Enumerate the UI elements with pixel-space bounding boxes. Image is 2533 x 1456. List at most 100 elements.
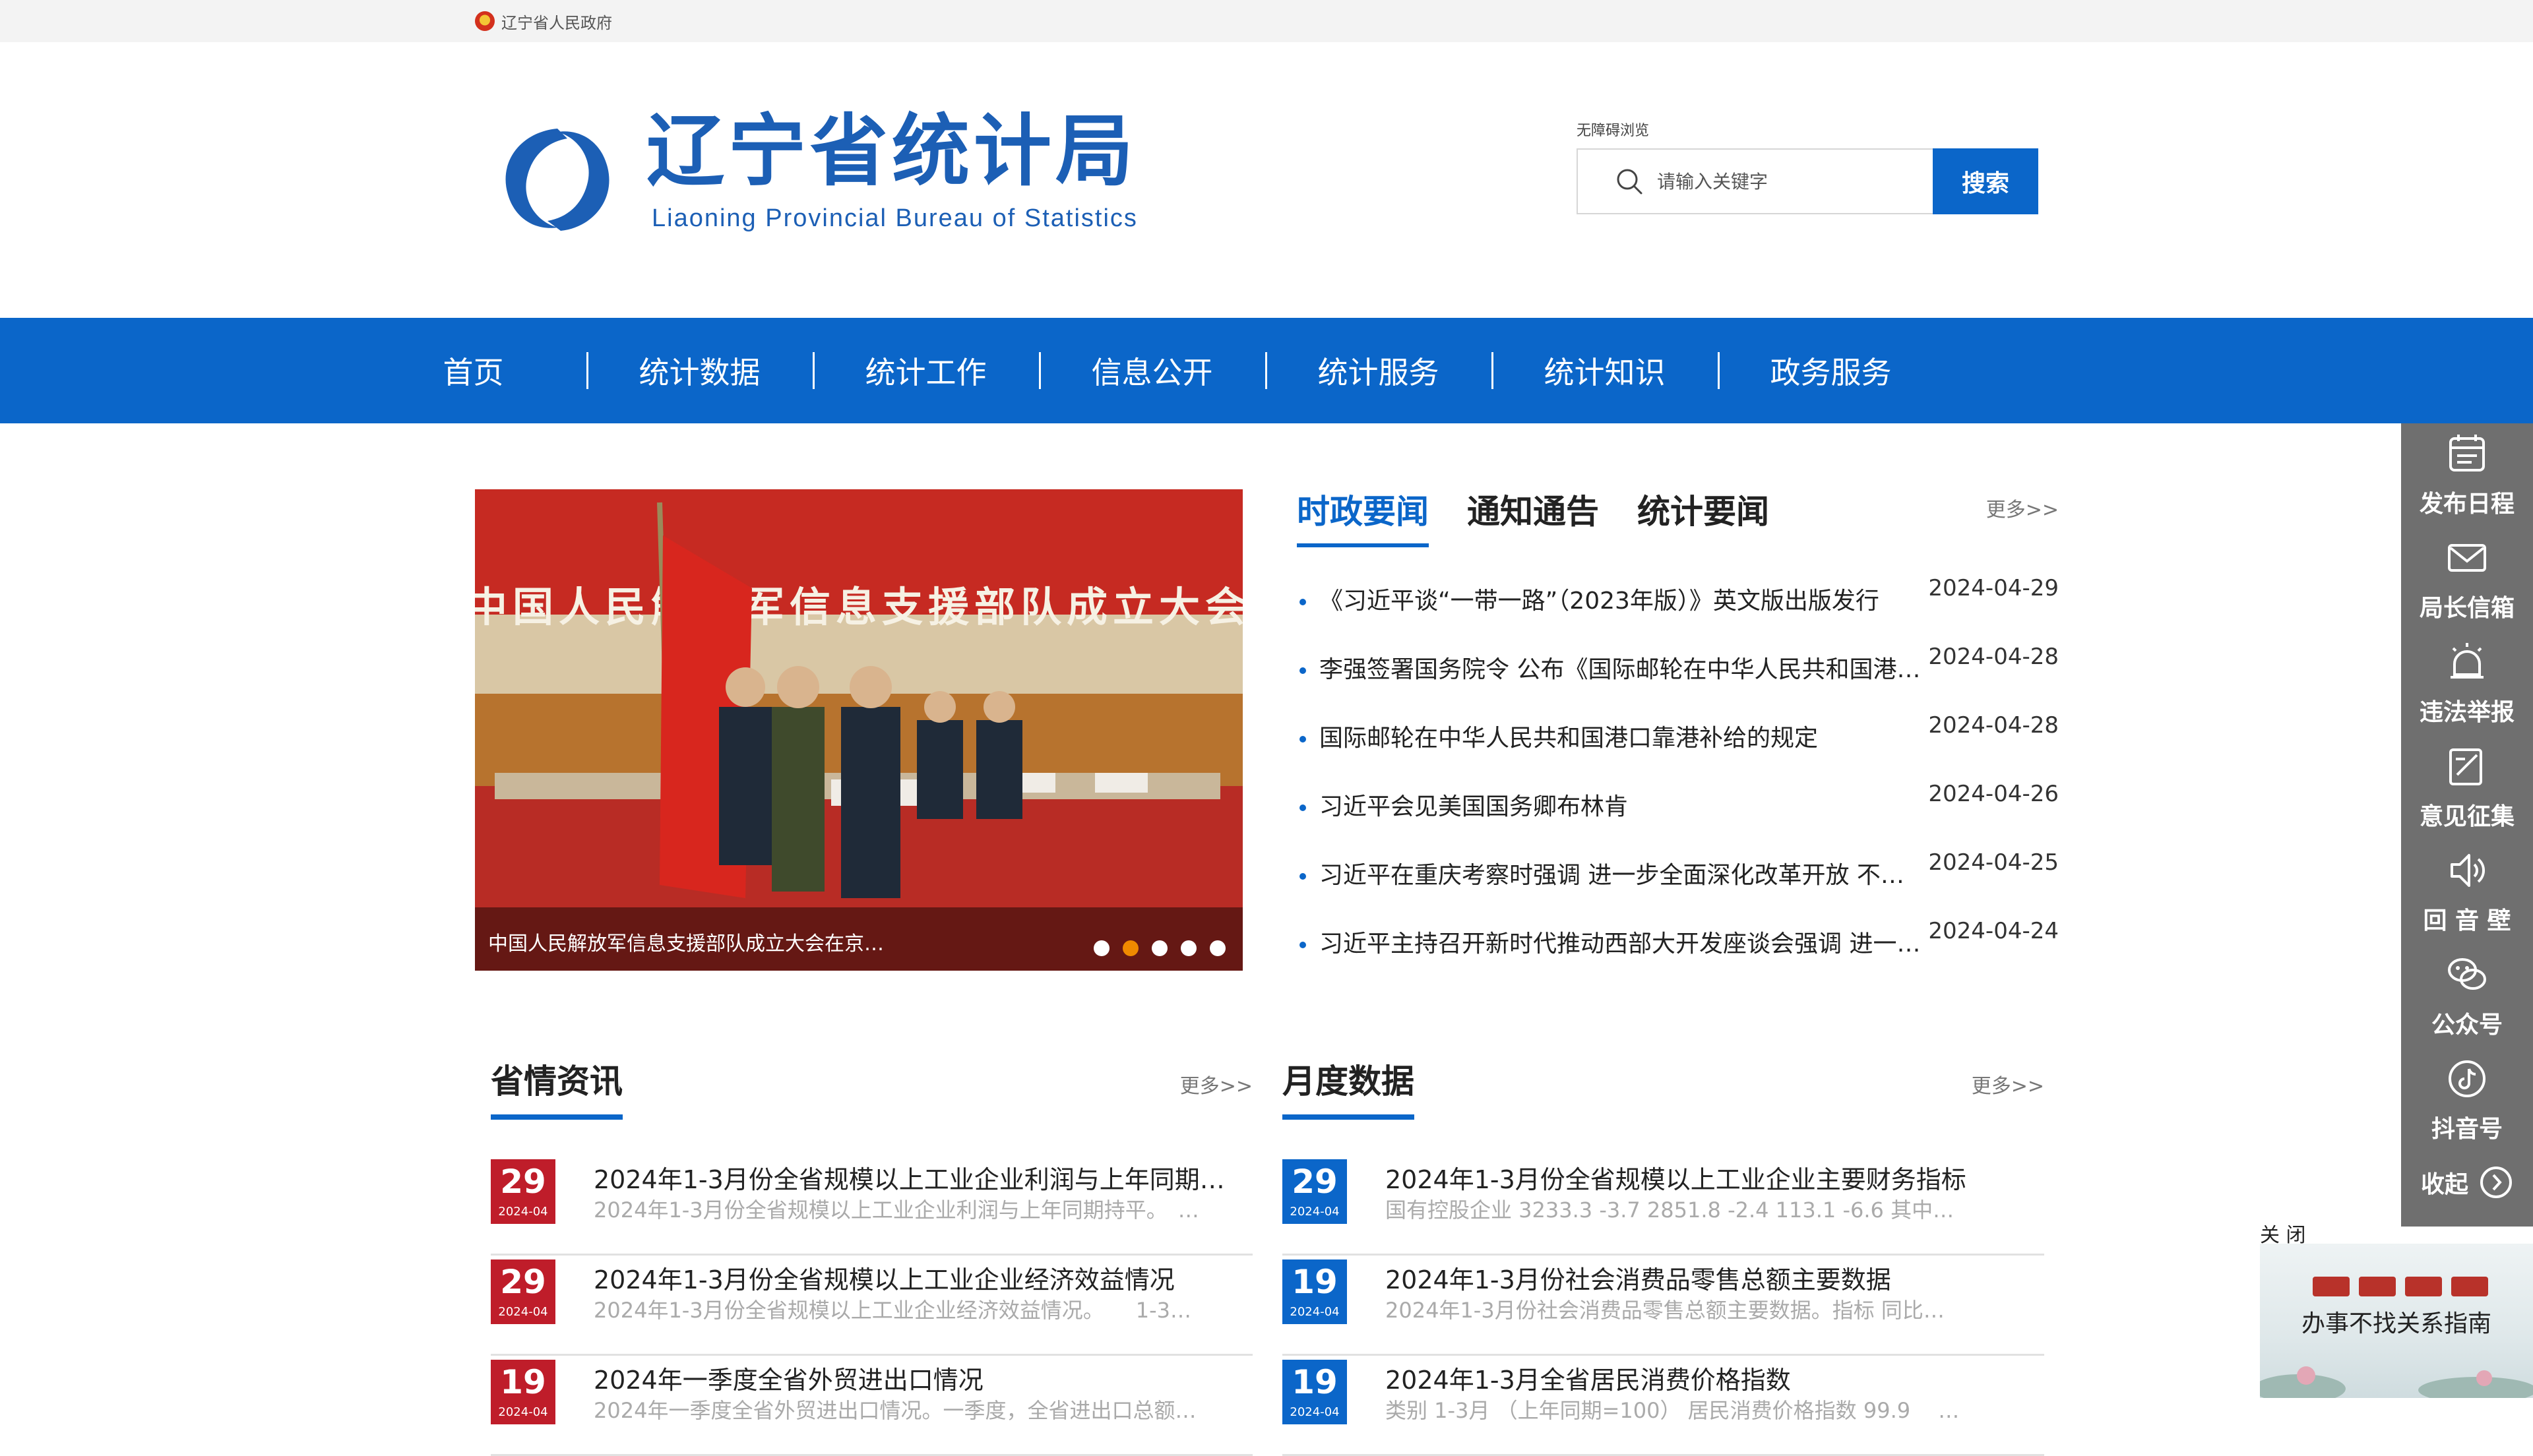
- list-item[interactable]: 国际邮轮在中华人民共和国港口靠港补给的规定 2024-04-28: [1297, 712, 2059, 787]
- news-more-link[interactable]: 更多>>: [1986, 493, 2059, 522]
- list-item[interactable]: 19 2024-04 2024年一季度全省外贸进出口情况 2024年一季度全省外贸…: [491, 1356, 1253, 1456]
- list-item[interactable]: 李强签署国务院令 公布《国际邮轮在中华人民共和国港口靠港补给的规定》2024-0…: [1297, 644, 2059, 719]
- carousel-caption[interactable]: 中国人民解放军信息支援部队成立大会在京举行 习近平向信息支援部队授予军旗并致训词: [488, 927, 897, 956]
- seal-icon: [2405, 1277, 2442, 1296]
- item-summary: 2024年1-3月份全省规模以上工业企业利润与上年同期持平。 …: [594, 1198, 1199, 1223]
- news-title[interactable]: 国际邮轮在中华人民共和国港口靠港补给的规定: [1319, 719, 1926, 753]
- date-month: 2024-04: [498, 1305, 548, 1319]
- tab-current-affairs[interactable]: 时政要闻: [1297, 481, 1429, 547]
- date-month: 2024-04: [498, 1205, 548, 1219]
- side-item-wechat[interactable]: 公众号: [2401, 944, 2533, 1048]
- news-title[interactable]: 习近平在重庆考察时强调 进一步全面深化改革开放 不断谱写中国式现代化重庆篇章: [1319, 856, 1926, 890]
- edit-icon: [2449, 748, 2482, 785]
- side-item-douyin[interactable]: 抖音号: [2401, 1048, 2533, 1153]
- nav-item-statistical-work[interactable]: 统计工作: [813, 318, 1039, 423]
- item-summary: 2024年1-3月份社会消费品零售总额主要数据。指标 同比…: [1385, 1298, 1945, 1323]
- date-day: 29: [500, 1163, 546, 1201]
- date-day: 19: [500, 1363, 546, 1401]
- news-title[interactable]: 李强签署国务院令 公布《国际邮轮在中华人民共和国港口靠港补给的规定》: [1319, 650, 1926, 684]
- search-bar: 搜索: [1577, 148, 2038, 214]
- side-item-director-mailbox[interactable]: 局长信箱: [2401, 528, 2533, 632]
- side-item-echo-wall[interactable]: 回 音 壁: [2401, 840, 2533, 944]
- item-summary: 国有控股企业 3233.3 -3.7 2851.8 -2.4 113.1 -6.…: [1385, 1198, 1954, 1223]
- list-item[interactable]: 29 2024-04 2024年1-3月份全省规模以上工业企业经济效益情况 202…: [491, 1256, 1253, 1356]
- bureau-logo-icon: [505, 129, 610, 231]
- side-item-label: 局长信箱: [2419, 595, 2515, 622]
- bullet-icon: [1299, 942, 1306, 948]
- news-title[interactable]: 《习近平谈“一带一路”（2023年版）》英文版出版发行: [1319, 582, 1926, 616]
- item-summary: 类别 1-3月 （上年同期=100） 居民消费价格指数 99.9 …: [1385, 1398, 1960, 1423]
- carousel-dot[interactable]: [1152, 940, 1168, 956]
- seal-icon: [2451, 1277, 2488, 1296]
- news-carousel[interactable]: 中国人民解放军信息支援部队成立大会 中国人民解放军信息支援部队成立大会在京举行 …: [475, 489, 1243, 971]
- item-title[interactable]: 2024年一季度全省外贸进出口情况: [594, 1360, 1240, 1396]
- nav-item-government-services[interactable]: 政务服务: [1718, 318, 1944, 423]
- nav-item-home[interactable]: 首页: [360, 318, 586, 423]
- search-button[interactable]: 搜索: [1933, 148, 2038, 214]
- list-item[interactable]: 19 2024-04 2024年1-3月份社会消费品零售总额主要数据 2024年1…: [1282, 1256, 2044, 1356]
- floating-ad-banner[interactable]: 办事不找关系指南: [2260, 1244, 2533, 1398]
- nav-item-info-disclosure[interactable]: 信息公开: [1039, 318, 1265, 423]
- site-logo[interactable]: 辽宁省统计局 Liaoning Provincial Bureau of Sta…: [488, 106, 1187, 251]
- side-collapse-button[interactable]: 收起: [2401, 1153, 2533, 1212]
- date-badge: 19 2024-04: [1282, 1360, 1347, 1424]
- province-news-more-link[interactable]: 更多>>: [1180, 1070, 1253, 1099]
- date-day: 29: [500, 1263, 546, 1301]
- side-item-label: 意见征集: [2419, 803, 2515, 830]
- list-item[interactable]: 29 2024-04 2024年1-3月份全省规模以上工业企业利润与上年同期持平 …: [491, 1155, 1253, 1256]
- nav-item-statistical-data[interactable]: 统计数据: [586, 318, 813, 423]
- main-nav: 首页 统计数据 统计工作 信息公开 统计服务 统计知识 政务服务: [0, 318, 2533, 423]
- side-item-opinion-collection[interactable]: 意见征集: [2401, 736, 2533, 840]
- search-input[interactable]: [1656, 169, 1920, 193]
- search-box: [1577, 148, 1933, 214]
- list-item[interactable]: 习近平在重庆考察时强调 进一步全面深化改革开放 不断谱写中国式现代化重庆篇章20…: [1297, 849, 2059, 925]
- mail-icon: [2448, 544, 2486, 572]
- side-item-release-schedule[interactable]: 发布日程: [2401, 423, 2533, 528]
- tab-statistics-news[interactable]: 统计要闻: [1637, 481, 1769, 547]
- news-section: 时政要闻 通知通告 统计要闻 更多>> 《习近平谈“一带一路”（2023年版）》…: [1297, 481, 2059, 983]
- side-item-label: 回 音 壁: [2423, 907, 2511, 934]
- list-item[interactable]: 《习近平谈“一带一路”（2023年版）》英文版出版发行 2024-04-29: [1297, 575, 2059, 650]
- date-day: 29: [1292, 1163, 1338, 1201]
- item-title[interactable]: 2024年1-3月全省居民消费价格指数: [1385, 1360, 2032, 1396]
- carousel-dot-active[interactable]: [1123, 940, 1139, 956]
- national-emblem-icon: [475, 11, 495, 31]
- gov-link[interactable]: 辽宁省人民政府: [475, 9, 612, 33]
- item-title[interactable]: 2024年1-3月份全省规模以上工业企业利润与上年同期持平: [594, 1159, 1240, 1196]
- date-badge: 19 2024-04: [1282, 1259, 1347, 1324]
- ad-title: 办事不找关系指南: [2301, 1310, 2491, 1337]
- list-item[interactable]: 习近平会见美国国务卿布林肯 2024-04-26: [1297, 781, 2059, 856]
- nav-item-statistical-services[interactable]: 统计服务: [1265, 318, 1491, 423]
- logo-chinese-name: 辽宁省统计局: [646, 106, 1138, 197]
- date-badge: 19 2024-04: [491, 1360, 555, 1424]
- lotus-decoration: [2260, 1366, 2533, 1398]
- seal-icon: [2359, 1277, 2396, 1296]
- item-title[interactable]: 2024年1-3月份全省规模以上工业企业经济效益情况: [594, 1259, 1240, 1296]
- province-news-panel: 省情资讯 更多>> 29 2024-04 2024年1-3月份全省规模以上工业企业…: [491, 1055, 1253, 1456]
- monthly-data-more-link[interactable]: 更多>>: [1972, 1070, 2044, 1099]
- tab-notices[interactable]: 通知通告: [1467, 481, 1599, 547]
- panel-title: 省情资讯: [491, 1055, 623, 1120]
- carousel-dot[interactable]: [1210, 940, 1226, 956]
- carousel-dot[interactable]: [1094, 940, 1110, 956]
- item-title[interactable]: 2024年1-3月份社会消费品零售总额主要数据: [1385, 1259, 2032, 1296]
- item-title[interactable]: 2024年1-3月份全省规模以上工业企业主要财务指标: [1385, 1159, 2032, 1196]
- date-month: 2024-04: [498, 1405, 548, 1419]
- date-badge: 29 2024-04: [491, 1259, 555, 1324]
- ad-seals: [2313, 1277, 2488, 1296]
- news-date: 2024-04-28: [1928, 712, 2059, 739]
- nav-item-statistical-knowledge[interactable]: 统计知识: [1491, 318, 1718, 423]
- list-item[interactable]: 习近平主持召开新时代推动西部大开发座谈会强调 进一步形成大保护大开放高质量发展新…: [1297, 918, 2059, 993]
- carousel-dot[interactable]: [1181, 940, 1197, 956]
- news-title[interactable]: 习近平主持召开新时代推动西部大开发座谈会强调 进一步形成大保护大开放高质量发展新…: [1319, 925, 1926, 959]
- side-item-report-violation[interactable]: 违法举报: [2401, 632, 2533, 736]
- side-item-label: 公众号: [2431, 1012, 2503, 1039]
- calendar-icon: [2449, 435, 2485, 471]
- list-item[interactable]: 29 2024-04 2024年1-3月份全省规模以上工业企业主要财务指标 国有控…: [1282, 1155, 2044, 1256]
- list-item[interactable]: 19 2024-04 2024年1-3月全省居民消费价格指数 类别 1-3月 （上…: [1282, 1356, 2044, 1456]
- side-item-label: 违法举报: [2419, 699, 2515, 726]
- accessibility-link[interactable]: 无障碍浏览: [1577, 119, 1649, 140]
- search-icon: [1617, 169, 1642, 195]
- news-title[interactable]: 习近平会见美国国务卿布林肯: [1319, 787, 1926, 822]
- date-month: 2024-04: [1290, 1305, 1340, 1319]
